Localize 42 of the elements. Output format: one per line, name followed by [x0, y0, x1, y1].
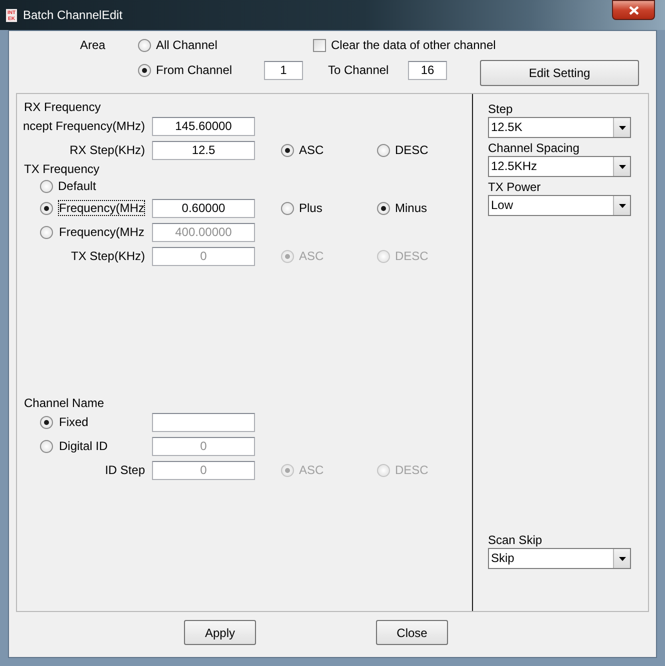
clear-data-checkbox[interactable]: Clear the data of other channel [313, 36, 496, 54]
option-radio[interactable]: Minus [377, 200, 473, 216]
caret-icon [618, 556, 626, 560]
caret-icon [618, 164, 626, 168]
section-heading: RX Frequency [24, 100, 102, 114]
setting-label: Channel Spacing [488, 140, 580, 156]
caret-icon [618, 204, 626, 208]
option-radio[interactable]: Fixed [40, 414, 152, 430]
option-radio[interactable]: Default [40, 178, 96, 194]
field-label: RX Step(KHz) [70, 142, 145, 159]
edit-setting-button[interactable]: Edit Setting [480, 60, 639, 86]
dialog-button[interactable]: Close [376, 620, 448, 645]
dialog-button[interactable]: Apply [184, 620, 256, 645]
channel-radio[interactable]: All Channel [138, 37, 313, 53]
caret-icon [618, 126, 626, 130]
input-field[interactable]: 12.5 [152, 140, 255, 160]
option-radio[interactable]: Plus [281, 200, 377, 216]
field-label: ID Step [104, 462, 145, 479]
field-label: ncept Frequency(MHz) [22, 118, 145, 135]
option-radio[interactable]: DESC [377, 142, 473, 158]
section-heading: TX Frequency [24, 162, 100, 176]
input-field[interactable]: 145.60000 [152, 116, 255, 136]
dropdown[interactable]: 12.5KHz [488, 156, 631, 177]
channel-radio[interactable]: From Channel [138, 62, 264, 78]
close-button[interactable] [612, 0, 655, 20]
dropdown[interactable]: Low [488, 195, 631, 216]
setting-label: TX Power [488, 179, 542, 195]
input-field[interactable]: 1 [264, 60, 303, 80]
to-channel-label: To Channel [328, 62, 390, 79]
input-field[interactable]: 16 [408, 60, 447, 80]
dropdown[interactable]: Skip [488, 548, 631, 569]
dropdown[interactable]: 12.5K [488, 117, 631, 138]
area-label: Area [80, 37, 106, 54]
setting-label: Scan Skip [488, 532, 544, 548]
close-icon [628, 6, 638, 14]
setting-label: Step [488, 101, 514, 117]
input-field[interactable] [152, 412, 255, 432]
option-radio[interactable]: ASC [281, 142, 377, 158]
field-label: TX Step(KHz) [70, 248, 145, 265]
input-field[interactable]: 0.60000 [152, 198, 255, 218]
window-title: Batch ChannelEdit [23, 7, 122, 23]
section-heading: Channel Name [24, 396, 106, 410]
